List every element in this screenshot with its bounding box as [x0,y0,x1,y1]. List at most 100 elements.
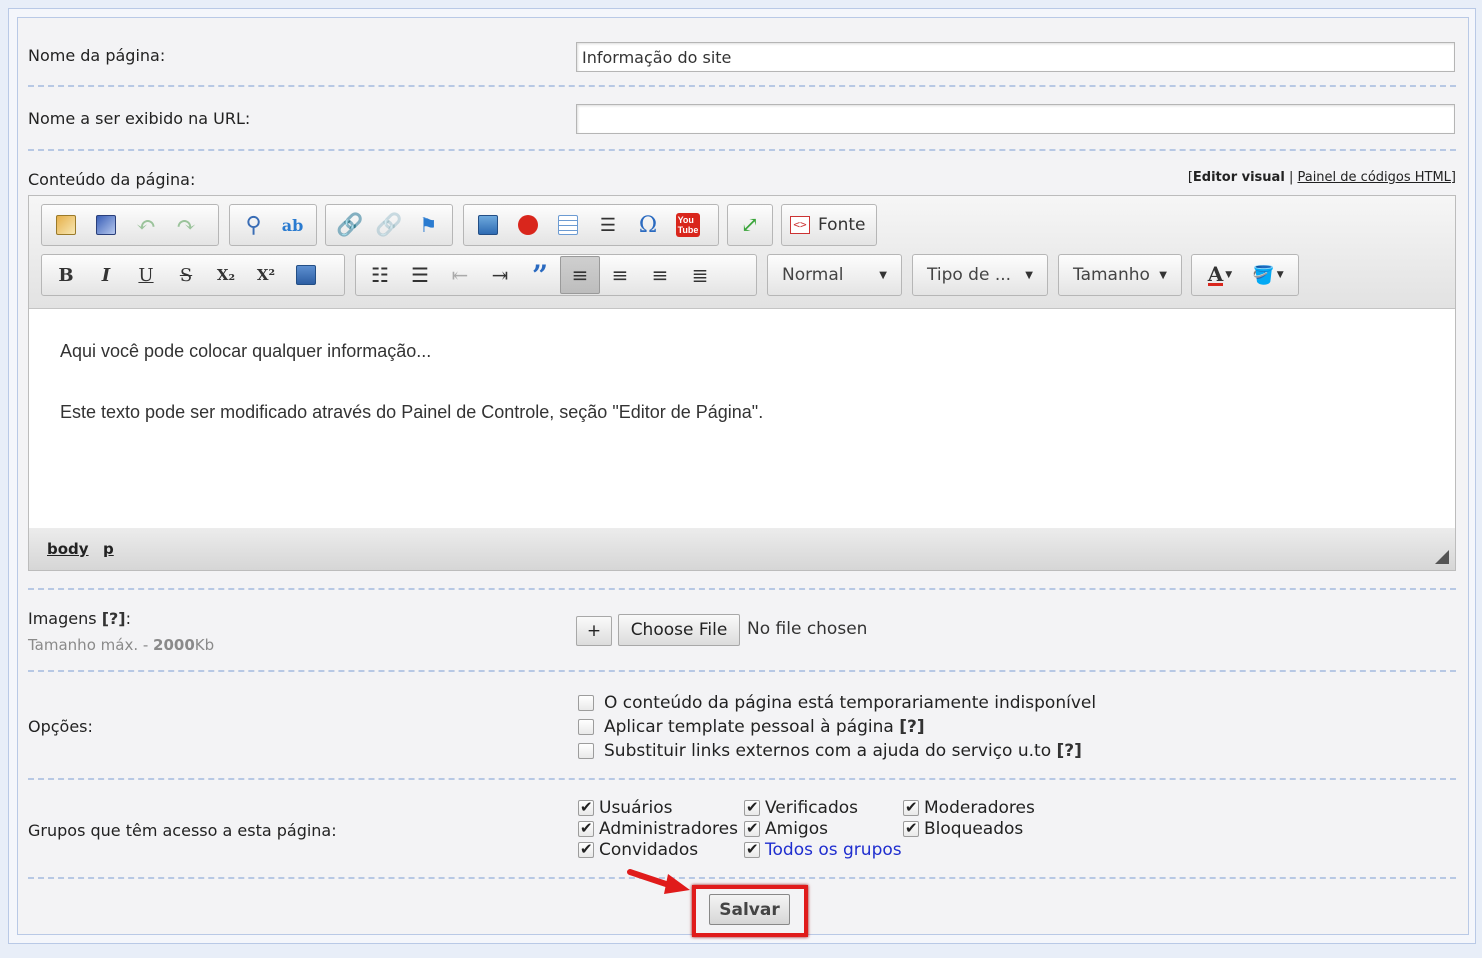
option-checkbox[interactable] [578,695,594,711]
group-amigos[interactable]: Amigos [744,819,828,839]
html-block-button[interactable] [286,256,326,294]
url-name-input[interactable] [576,104,1455,134]
superscript-button[interactable]: X² [246,256,286,294]
replace-button[interactable]: ab [273,206,312,244]
separator [28,670,1456,672]
image-button[interactable] [468,206,508,244]
bulleted-list-button[interactable]: ☰ [400,256,440,294]
italic-icon: I [101,264,111,286]
horizontal-rule-button[interactable]: ☰ [588,206,628,244]
link-button[interactable]: 🔗 [330,206,369,244]
paragraph-group: ☷ ☰ ⇤ ⇥ ” ≡ ≡ ≡ ≣ [355,254,757,296]
option-checkbox[interactable] [578,743,594,759]
anchor-button[interactable]: ⚑ [409,206,448,244]
separator [28,588,1456,590]
magnifier-icon: ⚲ [245,212,262,238]
group-checkbox[interactable] [744,840,760,858]
justify-button[interactable]: ≣ [680,256,720,294]
option-checkbox[interactable] [578,719,594,735]
source-group[interactable]: <> Fonte [781,204,877,246]
group-checkbox[interactable] [578,840,594,858]
visual-editor-link[interactable]: Editor visual [1193,170,1285,185]
image-icon [478,215,498,235]
group-verificados[interactable]: Verificados [744,798,858,818]
path-body-link[interactable]: body [47,540,89,558]
group-checkbox[interactable] [744,819,760,837]
option-label: Substituir links externos com a ajuda do… [604,741,1052,761]
images-help-link[interactable]: [?] [102,609,126,628]
html-editor-link[interactable]: Painel de códigos HTML [1297,170,1450,185]
youtube-icon: You Tube [675,213,701,237]
undo-icon: ↶ [135,211,157,239]
group-all[interactable]: Todos os grupos [744,840,902,860]
paste-text-button[interactable] [46,206,86,244]
underline-button[interactable]: U [126,256,166,294]
group-label: Bloqueados [924,819,1024,839]
indent-button[interactable]: ⇥ [480,256,520,294]
group-checkbox[interactable] [903,798,919,816]
size-dropdown-label: Tamanho [1073,265,1150,285]
page-name-input[interactable] [576,42,1455,72]
outdent-button[interactable]: ⇤ [440,256,480,294]
choose-file-label: Choose File [630,620,728,640]
table-button[interactable] [548,206,588,244]
subscript-button[interactable]: X₂ [206,256,246,294]
group-label: Moderadores [924,798,1035,818]
group-convidados[interactable]: Convidados [578,840,698,860]
arrow-annotation-icon [627,869,690,894]
editor-content-area[interactable]: Aqui você pode colocar qualquer informaç… [29,309,1455,528]
group-usuarios[interactable]: Usuários [578,798,672,818]
align-right-icon: ≡ [651,263,669,287]
background-color-button[interactable]: 🪣 ▼ [1244,256,1292,294]
insert-group: ☰ Ω You Tube [463,204,719,246]
path-p-link[interactable]: p [103,540,114,558]
option-help-link[interactable]: [?] [1057,741,1082,761]
redo-button[interactable]: ↷ [166,206,206,244]
subscript-icon: X₂ [216,266,236,284]
align-left-button[interactable]: ≡ [560,256,600,294]
align-right-button[interactable]: ≡ [640,256,680,294]
size-dropdown[interactable]: Tamanho ▼ [1058,254,1182,296]
numbered-list-button[interactable]: ☷ [360,256,400,294]
special-char-button[interactable]: Ω [628,206,668,244]
font-dropdown-label: Tipo de ... [927,265,1012,285]
save-button[interactable]: Salvar [709,894,790,925]
group-administradores[interactable]: Administradores [578,819,738,839]
group-checkbox[interactable] [578,798,594,816]
flash-button[interactable] [508,206,548,244]
choose-file-button[interactable]: Choose File [618,614,740,646]
blockquote-button[interactable]: ” [520,256,560,294]
group-checkbox[interactable] [903,819,919,837]
format-dropdown[interactable]: Normal ▼ [767,254,902,296]
color-group: A ▼ 🪣 ▼ [1191,254,1299,296]
chevron-down-icon: ▼ [1276,270,1284,280]
option-item[interactable]: Substituir links externos com a ajuda do… [578,741,1082,761]
group-bloqueados[interactable]: Bloqueados [903,819,1023,839]
option-label: Aplicar template pessoal à página [604,717,894,737]
font-dropdown[interactable]: Tipo de ... ▼ [912,254,1048,296]
strike-button[interactable]: S [166,256,206,294]
unlink-button[interactable]: 🔗 [369,206,408,244]
group-checkbox[interactable] [744,798,760,816]
options-row: Opções: O conteúdo da página está tempor… [28,693,1456,773]
group-checkbox[interactable] [578,819,594,837]
maximize-button[interactable]: ⤢ [732,206,768,244]
page-name-row: Nome da página: [28,42,1456,72]
group-moderadores[interactable]: Moderadores [903,798,1035,818]
youtube-button[interactable]: You Tube [668,206,708,244]
text-color-button[interactable]: A ▼ [1196,256,1244,294]
undo-button[interactable]: ↶ [126,206,166,244]
option-item[interactable]: Aplicar template pessoal à página [?] [578,717,925,737]
all-groups-link[interactable]: Todos os grupos [765,840,902,860]
align-center-button[interactable]: ≡ [600,256,640,294]
option-help-link[interactable]: [?] [899,717,924,737]
link-group: 🔗 🔗 ⚑ [325,204,453,246]
add-image-button[interactable]: + [576,616,612,646]
find-button[interactable]: ⚲ [234,206,273,244]
italic-button[interactable]: I [86,256,126,294]
paste-word-button[interactable] [86,206,126,244]
resize-handle[interactable] [1435,550,1449,564]
bold-button[interactable]: B [46,256,86,294]
option-item[interactable]: O conteúdo da página está temporariament… [578,693,1096,713]
page-frame: Nome da página: Nome a ser exibido na UR… [8,8,1476,944]
